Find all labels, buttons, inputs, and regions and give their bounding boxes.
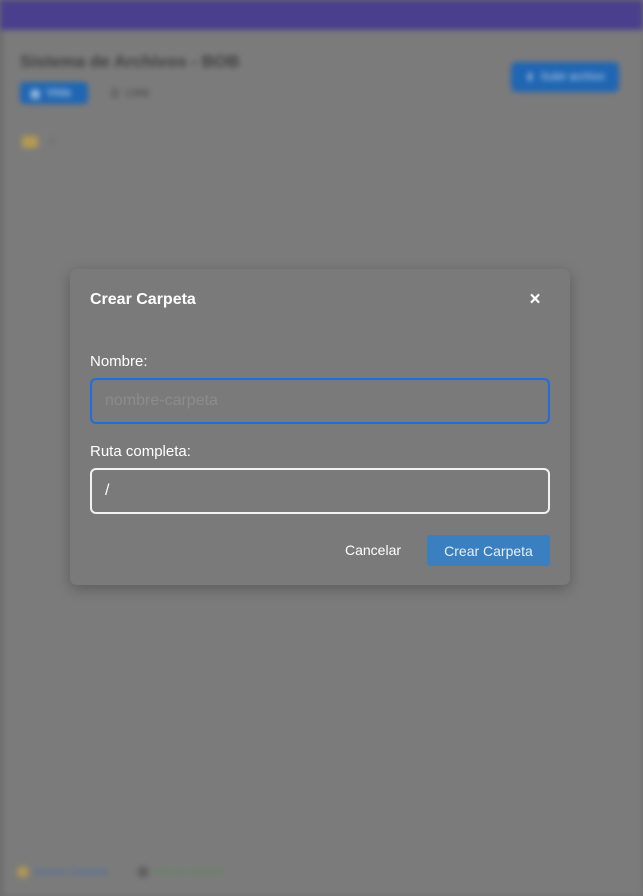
view-list-label: Lista: [125, 87, 150, 99]
new-file-label: Nuevo Archivo: [154, 866, 225, 878]
page-title: Sistema de Archivos - BOB: [20, 52, 240, 71]
dialog-title: Crear Carpeta: [90, 291, 196, 308]
folder-icon: [18, 867, 28, 877]
footer-actions: Nueva Carpeta Nuevo Archivo: [18, 866, 225, 878]
new-folder-link[interactable]: Nueva Carpeta: [18, 866, 108, 878]
cancel-button[interactable]: Cancelar: [335, 535, 411, 565]
upload-button[interactable]: ⬆ Subir archivo: [511, 62, 619, 92]
create-folder-button[interactable]: Crear Carpeta: [427, 535, 550, 566]
create-folder-dialog: Crear Carpeta × Nombre: Ruta completa: C…: [70, 269, 570, 585]
breadcrumb-root[interactable]: /: [50, 135, 53, 149]
view-list-button[interactable]: ☰ Lista: [100, 82, 159, 104]
view-grid-label: Vista: [46, 87, 71, 99]
path-label: Ruta completa:: [90, 443, 191, 460]
view-toggle: ▦ Vista ☰ Lista: [20, 82, 159, 104]
file-icon: [138, 867, 148, 877]
full-path-input[interactable]: [90, 468, 550, 514]
upload-label: Subir archivo: [540, 71, 605, 83]
folder-icon: [22, 136, 38, 148]
top-bar: [0, 0, 643, 30]
folder-name-input[interactable]: [90, 378, 550, 424]
grid-icon: ▦: [30, 87, 41, 100]
new-folder-label: Nueva Carpeta: [34, 866, 108, 878]
close-icon[interactable]: ×: [523, 289, 547, 311]
breadcrumb: /: [22, 135, 53, 149]
upload-icon: ⬆: [525, 71, 535, 84]
new-file-link[interactable]: Nuevo Archivo: [138, 866, 225, 878]
view-grid-button[interactable]: ▦ Vista: [20, 82, 88, 104]
name-label: Nombre:: [90, 353, 148, 370]
list-icon: ☰: [110, 87, 120, 100]
